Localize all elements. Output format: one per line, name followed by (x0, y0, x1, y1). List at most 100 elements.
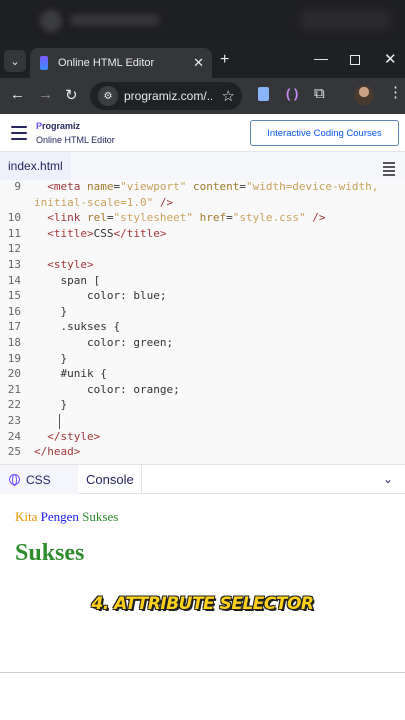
tab-title: Online HTML Editor (58, 57, 155, 69)
line-number: 14 (7, 273, 21, 287)
code-text: .sukses { (34, 320, 121, 334)
code-line[interactable]: 11 <title>CSS</title> (0, 227, 405, 243)
profile-avatar[interactable] (354, 85, 374, 105)
code-line[interactable]: 10 <link rel="stylesheet" href="style.cs… (0, 211, 405, 227)
interactive-courses-button[interactable]: Interactive Coding Courses (250, 120, 399, 146)
extensions-puzzle-icon[interactable]: ⧉ (314, 85, 325, 102)
docs-extension-icon[interactable] (258, 87, 269, 101)
line-number: 18 (7, 335, 21, 349)
tab-console[interactable]: Console (78, 465, 142, 494)
code-line[interactable]: 9 <meta name="viewport" content="width=d… (0, 180, 405, 196)
chevron-down-icon[interactable]: ⌄ (383, 472, 393, 486)
line-number: 10 (7, 211, 21, 225)
code-line[interactable]: 17 .sukses { (0, 320, 405, 336)
code-text: color: green; (34, 335, 174, 349)
preview-word: Pengen (40, 509, 83, 524)
text-cursor (59, 413, 60, 429)
site-subtitle: Online HTML Editor (36, 135, 115, 145)
tab-search-button[interactable]: ⌄ (4, 50, 26, 72)
code-line[interactable]: 19 } (0, 352, 405, 368)
line-number: 15 (7, 289, 21, 303)
tab-css-preview[interactable]: CSS (0, 465, 78, 494)
blurred-top-strip (0, 0, 405, 46)
new-tab-button[interactable]: + (220, 51, 229, 69)
code-text: <style> (34, 257, 94, 271)
code-line[interactable]: 18 color: green; (0, 336, 405, 352)
line-number: 22 (7, 398, 21, 412)
line-number: 24 (7, 429, 21, 443)
url-text: programiz.com/... (124, 89, 212, 103)
code-text: </style> (34, 429, 101, 443)
video-caption: 4. ATTRIBUTE SELECTOR (91, 594, 314, 614)
tab-css-label: CSS (26, 472, 51, 487)
preview-word: Kita (15, 509, 41, 524)
code-text: color: orange; (34, 382, 180, 396)
code-text: #unik { (34, 367, 107, 381)
close-icon[interactable]: ✕ (193, 55, 204, 71)
code-text: color: blue; (34, 289, 167, 303)
window-close-button[interactable]: ✕ (384, 50, 397, 68)
line-number: 20 (7, 367, 21, 381)
code-line[interactable]: 23 (0, 413, 405, 430)
line-number: 17 (7, 320, 21, 334)
forward-arrow-icon[interactable]: → (38, 86, 53, 103)
line-number: 12 (7, 242, 21, 256)
reload-icon[interactable]: ↻ (65, 86, 78, 104)
code-line[interactable]: 24 </style> (0, 430, 405, 446)
bracket-extension-icon[interactable]: ( ) (286, 86, 298, 101)
chevron-down-icon: ⌄ (10, 55, 20, 68)
output-tabs: CSS Console ⌄ (0, 464, 405, 494)
code-line[interactable]: 14 span [ (0, 274, 405, 290)
bookmark-star-icon[interactable]: ☆ (222, 87, 235, 105)
code-line[interactable]: 25 </head> (0, 445, 405, 461)
more-menu-icon[interactable]: ⋮ (388, 85, 403, 100)
programiz-logo: Programiz (36, 121, 81, 131)
html-preview: Kita Pengen Sukses Sukses 4. ATTRIBUTE S… (0, 494, 405, 672)
line-number: 25 (7, 445, 21, 459)
tab-bar: ⌄ Online HTML Editor ✕ + — ✕ (0, 46, 405, 78)
globe-icon (9, 474, 20, 486)
line-number: 11 (7, 226, 21, 240)
code-line[interactable]: 22 } (0, 398, 405, 414)
browser-toolbar: ← → ↻ ⚙ programiz.com/... ☆ ( ) ⧉ ⋮ (0, 78, 405, 114)
address-bar[interactable]: ⚙ programiz.com/... ☆ (90, 82, 242, 110)
line-number: 13 (7, 257, 21, 271)
maximize-button[interactable] (350, 55, 360, 65)
browser-tab-active[interactable]: Online HTML Editor ✕ (30, 48, 212, 78)
preview-heading: Sukses (15, 540, 85, 566)
line-number: 9 (14, 180, 21, 193)
hamburger-menu-icon[interactable] (11, 126, 27, 144)
editor-menu-icon[interactable] (383, 162, 395, 178)
code-line[interactable]: 21 color: orange; (0, 383, 405, 399)
preview-text-line: Kita Pengen Sukses (15, 509, 118, 525)
code-line[interactable]: initial-scale=1.0" /> (0, 196, 405, 212)
code-line[interactable]: 13 <style> (0, 258, 405, 274)
line-number: 19 (7, 351, 21, 365)
code-editor[interactable]: 9 <meta name="viewport" content="width=d… (0, 180, 405, 464)
footer-blank (0, 673, 405, 720)
file-tab-index-html[interactable]: index.html (0, 152, 71, 182)
site-header: Programiz Online HTML Editor Interactive… (0, 114, 405, 152)
preview-word: Sukses (82, 509, 119, 524)
back-arrow-icon[interactable]: ← (10, 86, 25, 103)
editor-file-bar: index.html (0, 152, 405, 182)
code-line[interactable]: 12 (0, 242, 405, 258)
code-text: } (34, 351, 68, 365)
code-text: span [ (34, 273, 107, 287)
line-number: 21 (7, 382, 21, 396)
code-text: } (34, 398, 68, 412)
line-number: 23 (7, 413, 21, 427)
code-text: <meta name="viewport" content="width=dev… (34, 180, 379, 193)
site-brand[interactable]: Programiz Online HTML Editor (36, 121, 115, 145)
line-number: 16 (7, 304, 21, 318)
code-text: } (34, 304, 68, 318)
code-line[interactable]: 15 color: blue; (0, 289, 405, 305)
code-line[interactable]: 20 #unik { (0, 367, 405, 383)
site-info-icon[interactable]: ⚙ (98, 86, 118, 106)
minimize-button[interactable]: — (314, 50, 328, 66)
code-text: initial-scale=1.0" /> (34, 195, 174, 209)
code-text: <title>CSS</title> (34, 226, 167, 240)
code-line[interactable]: 16 } (0, 305, 405, 321)
programiz-favicon-icon (38, 56, 50, 70)
code-text: <link rel="stylesheet" href="style.css" … (34, 211, 326, 225)
